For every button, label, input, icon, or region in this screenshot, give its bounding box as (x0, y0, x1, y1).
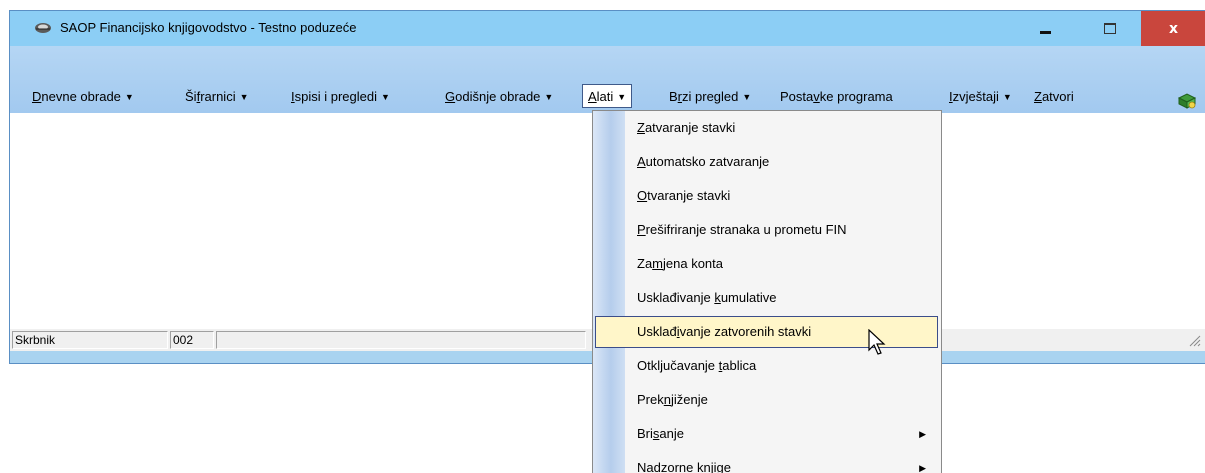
menu-item-godišnje-obrade[interactable]: Godišnje obrade ▼ (445, 86, 553, 108)
menu-label-post: zvještaji (952, 89, 999, 104)
menu-label-accel: G (445, 89, 456, 104)
dropdown-arrow-icon: ▼ (742, 92, 752, 102)
option-label-accel: P (637, 222, 646, 237)
dropdown-arrow-icon: ▼ (381, 92, 390, 102)
option-label-accel: O (637, 188, 648, 203)
menu-label-accel: D (32, 89, 42, 104)
option-label-post: atvaranje stavki (644, 120, 736, 135)
option-label-post: vanje zatvorenih stavki (679, 324, 812, 339)
status-code: 002 (170, 331, 214, 349)
dropdown-arrow-icon: ▼ (124, 92, 134, 102)
menu-label-pre: Posta (780, 89, 814, 104)
option-label-pre: Otključavanje (637, 358, 719, 373)
menu-option-usklađivanje-kumulative[interactable]: Usklađivanje kumulative (595, 282, 938, 314)
submenu-arrow-icon: ▶ (919, 463, 926, 473)
status-panel (216, 331, 586, 349)
option-label-post: jiženje (670, 392, 708, 407)
menu-label-accel: Z (1034, 89, 1042, 104)
submenu-arrow-icon: ▶ (919, 429, 926, 439)
option-label-post: utomatsko zatvaranje (645, 154, 770, 169)
menu-item-brzi-pregled[interactable]: Brzi pregled ▼ (669, 86, 751, 108)
option-label-post: jena konta (663, 256, 724, 271)
maximize-button[interactable] (1088, 11, 1132, 46)
status-user: Skrbnik (12, 331, 168, 349)
option-label-accel: Z (637, 120, 645, 135)
menu-label-pre: B (669, 89, 678, 104)
menu-label-accel: A (588, 89, 597, 104)
menu-item-zatvori[interactable]: Zatvori (1034, 86, 1074, 108)
window-title: SAOP Financijsko knjigovodstvo - Testno … (60, 20, 357, 35)
close-icon: x (1168, 20, 1179, 37)
menu-item-ispisi-i-pregledi[interactable]: Ispisi i pregledi ▼ (291, 86, 390, 108)
title-bar[interactable]: SAOP Financijsko knjigovodstvo - Testno … (10, 11, 1205, 46)
menu-option-nadzorne-knjige[interactable]: Nadzorne knjige ▶ (595, 452, 938, 473)
help-book-icon[interactable] (1177, 92, 1197, 110)
menu-option-automatsko-zatvaranje[interactable]: Automatsko zatvaranje (595, 146, 938, 178)
option-label-pre: Prek (637, 392, 664, 407)
option-label-pre: Bri (637, 426, 653, 441)
menu-option-zamjena-konta[interactable]: Zamjena konta (595, 248, 938, 280)
menu-label-post: odišnje obrade (455, 89, 541, 104)
menu-label-post: nevne obrade (41, 89, 121, 104)
option-label-accel: m (652, 256, 664, 271)
menu-item-postavke-programa[interactable]: Postavke programa (780, 86, 893, 108)
menu-label-post: atvori (1041, 89, 1074, 104)
option-label-accel: A (637, 154, 646, 169)
menu-option-prešifriranje-stranaka-u-prometu-fin[interactable]: Prešifriranje stranaka u prometu FIN (595, 214, 938, 246)
option-label-post: Nadzorne knjige (637, 460, 731, 473)
menu-label-pre: Ši (185, 89, 197, 104)
option-label-pre: Usklađ (637, 324, 677, 339)
dropdown-arrow-icon: ▼ (1002, 92, 1012, 102)
alati-dropdown-menu: Zatvaranje stavki Automatsko zatvaranje Ot… (592, 110, 942, 473)
menu-label-post: spisi i pregledi (294, 89, 377, 104)
menu-label-post: zi pregled (682, 89, 739, 104)
menu-item-šifrarnici[interactable]: Šifrarnici ▼ (185, 86, 249, 108)
menu-item-alati[interactable]: Alati ▼ (582, 84, 633, 108)
menu-item-dnevne-obrade[interactable]: Dnevne obrade ▼ (32, 86, 134, 108)
dropdown-arrow-icon: ▼ (544, 92, 554, 102)
menubar-area: Dnevne obrade ▼ Šifrarnici ▼ Ispisi i pregle… (10, 46, 1205, 138)
resize-grip-icon[interactable] (1189, 335, 1201, 347)
minimize-button[interactable] (1023, 11, 1067, 46)
menu-option-preknjiženje[interactable]: Preknjiženje (595, 384, 938, 416)
dropdown-arrow-icon: ▼ (617, 92, 627, 102)
mouse-cursor-icon (868, 329, 886, 355)
menu-option-otvaranje-stavki[interactable]: Otvaranje stavki (595, 180, 938, 212)
menu-bar: Dnevne obrade ▼ Šifrarnici ▼ Ispisi i pregle… (10, 84, 1074, 108)
menu-label-post: rarnici (200, 89, 236, 104)
menu-label-post: lati (596, 89, 614, 104)
minimize-icon (1039, 31, 1051, 34)
menu-option-brisanje[interactable]: Brisanje ▶ (595, 418, 938, 450)
option-label-accel: n (663, 392, 671, 407)
menu-item-izvještaji[interactable]: Izvještaji ▼ (949, 86, 1012, 108)
option-label-post: anje (659, 426, 684, 441)
menu-label-post: ke programa (819, 89, 893, 104)
close-button[interactable]: x (1141, 11, 1205, 46)
option-label-post: ablica (722, 358, 757, 373)
menu-option-zatvaranje-stavki[interactable]: Zatvaranje stavki (595, 112, 938, 144)
option-label-pre: Usklađivanje (637, 290, 715, 305)
maximize-icon (1104, 23, 1116, 34)
option-label-post: rešifriranje stranaka u prometu FIN (645, 222, 847, 237)
option-label-post: umulative (720, 290, 777, 305)
dropdown-arrow-icon: ▼ (239, 92, 249, 102)
app-logo-icon[interactable] (34, 21, 52, 35)
option-label-pre: Za (637, 256, 653, 271)
option-label-post: tvaranje stavki (647, 188, 731, 203)
